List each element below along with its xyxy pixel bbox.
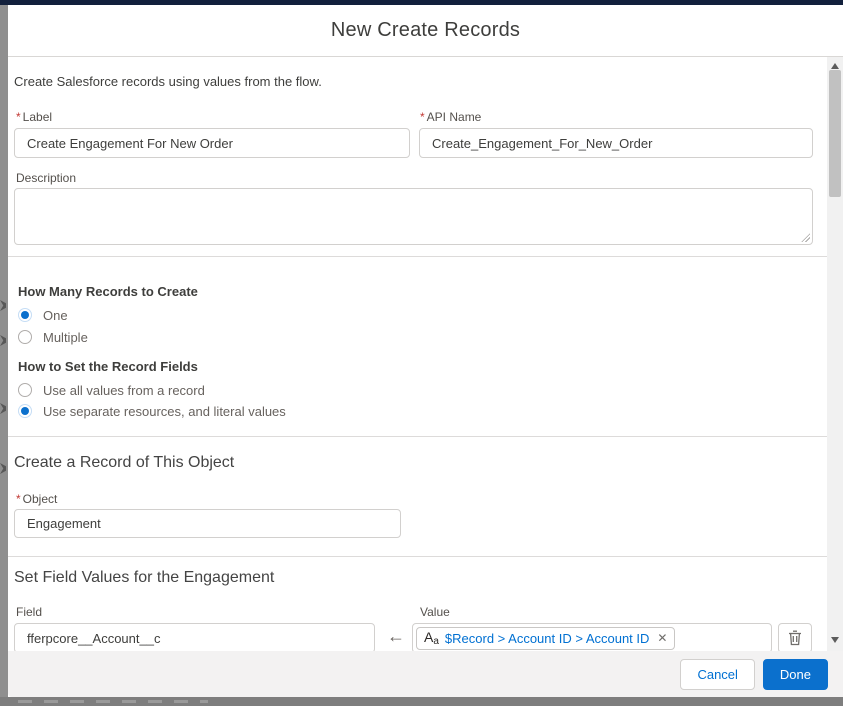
object-section-heading: Create a Record of This Object <box>14 454 234 472</box>
radio-unselected-icon[interactable] <box>18 383 32 397</box>
section-divider <box>8 436 843 437</box>
modal-footer: Cancel Done <box>8 651 843 697</box>
radio-multiple[interactable]: Multiple <box>18 328 88 346</box>
field-column-label: Field <box>16 605 42 619</box>
canvas-connector-fragment <box>0 335 6 346</box>
canvas-connector-fragment <box>0 300 6 311</box>
radio-unselected-icon[interactable] <box>18 330 32 344</box>
trash-icon <box>788 630 802 646</box>
required-asterisk: * <box>420 110 425 124</box>
required-asterisk: * <box>16 110 21 124</box>
scrollbar-thumb[interactable] <box>829 70 841 197</box>
object-field-label: *Object <box>16 492 57 506</box>
new-create-records-modal: New Create Records Create Salesforce rec… <box>8 5 843 697</box>
section-divider <box>8 556 843 557</box>
scrollbar-down-arrow[interactable] <box>831 637 839 643</box>
canvas-bottom-strip <box>0 697 843 706</box>
api-name-input[interactable]: Create_Engagement_For_New_Order <box>419 128 813 158</box>
radio-use-all-values-label: Use all values from a record <box>43 383 205 398</box>
vertical-scrollbar[interactable] <box>827 57 843 651</box>
value-input[interactable]: Aa $Record > Account ID > Account ID ✕ <box>412 623 772 651</box>
browser-top-bar <box>0 0 843 5</box>
how-to-set-label: How to Set the Record Fields <box>18 359 198 374</box>
text-type-icon: Aa <box>424 630 439 647</box>
radio-one[interactable]: One <box>18 306 68 324</box>
modal-header: New Create Records <box>8 5 843 57</box>
radio-selected-icon[interactable] <box>18 404 32 418</box>
radio-use-separate-resources[interactable]: Use separate resources, and literal valu… <box>18 402 286 420</box>
radio-selected-icon[interactable] <box>18 308 32 322</box>
label-input[interactable]: Create Engagement For New Order <box>14 128 410 158</box>
modal-intro-text: Create Salesforce records using values f… <box>14 74 322 89</box>
description-textarea[interactable] <box>14 188 813 245</box>
canvas-toolbar-fragment <box>18 700 208 703</box>
textarea-resize-handle[interactable] <box>801 233 810 242</box>
modal-title: New Create Records <box>331 19 520 42</box>
canvas-left-strip <box>0 5 8 697</box>
radio-use-separate-resources-label: Use separate resources, and literal valu… <box>43 404 286 419</box>
radio-use-all-values[interactable]: Use all values from a record <box>18 381 205 399</box>
delete-row-button[interactable] <box>778 623 812 651</box>
resource-pill[interactable]: Aa $Record > Account ID > Account ID ✕ <box>416 627 675 650</box>
remove-pill-icon[interactable]: ✕ <box>657 631 667 645</box>
value-column-label: Value <box>420 605 450 619</box>
field-values-section-heading: Set Field Values for the Engagement <box>14 569 274 587</box>
modal-body: Create Salesforce records using values f… <box>8 57 843 651</box>
label-field-label: *Label <box>16 110 52 124</box>
field-input[interactable]: fferpcore__Account__c <box>14 623 375 651</box>
cancel-button[interactable]: Cancel <box>680 659 754 690</box>
api-name-field-label: *API Name <box>420 110 481 124</box>
canvas-connector-fragment <box>0 463 6 474</box>
object-input[interactable]: Engagement <box>14 509 401 538</box>
required-asterisk: * <box>16 492 21 506</box>
how-many-records-label: How Many Records to Create <box>18 284 198 299</box>
radio-multiple-label: Multiple <box>43 330 88 345</box>
done-button[interactable]: Done <box>763 659 828 690</box>
resource-pill-text: $Record > Account ID > Account ID <box>445 631 650 646</box>
scrollbar-up-arrow[interactable] <box>831 63 839 69</box>
section-divider <box>8 256 843 257</box>
arrow-left-icon: ← <box>387 626 405 647</box>
radio-one-label: One <box>43 308 68 323</box>
canvas-connector-fragment <box>0 403 6 414</box>
description-field-label: Description <box>16 171 76 185</box>
